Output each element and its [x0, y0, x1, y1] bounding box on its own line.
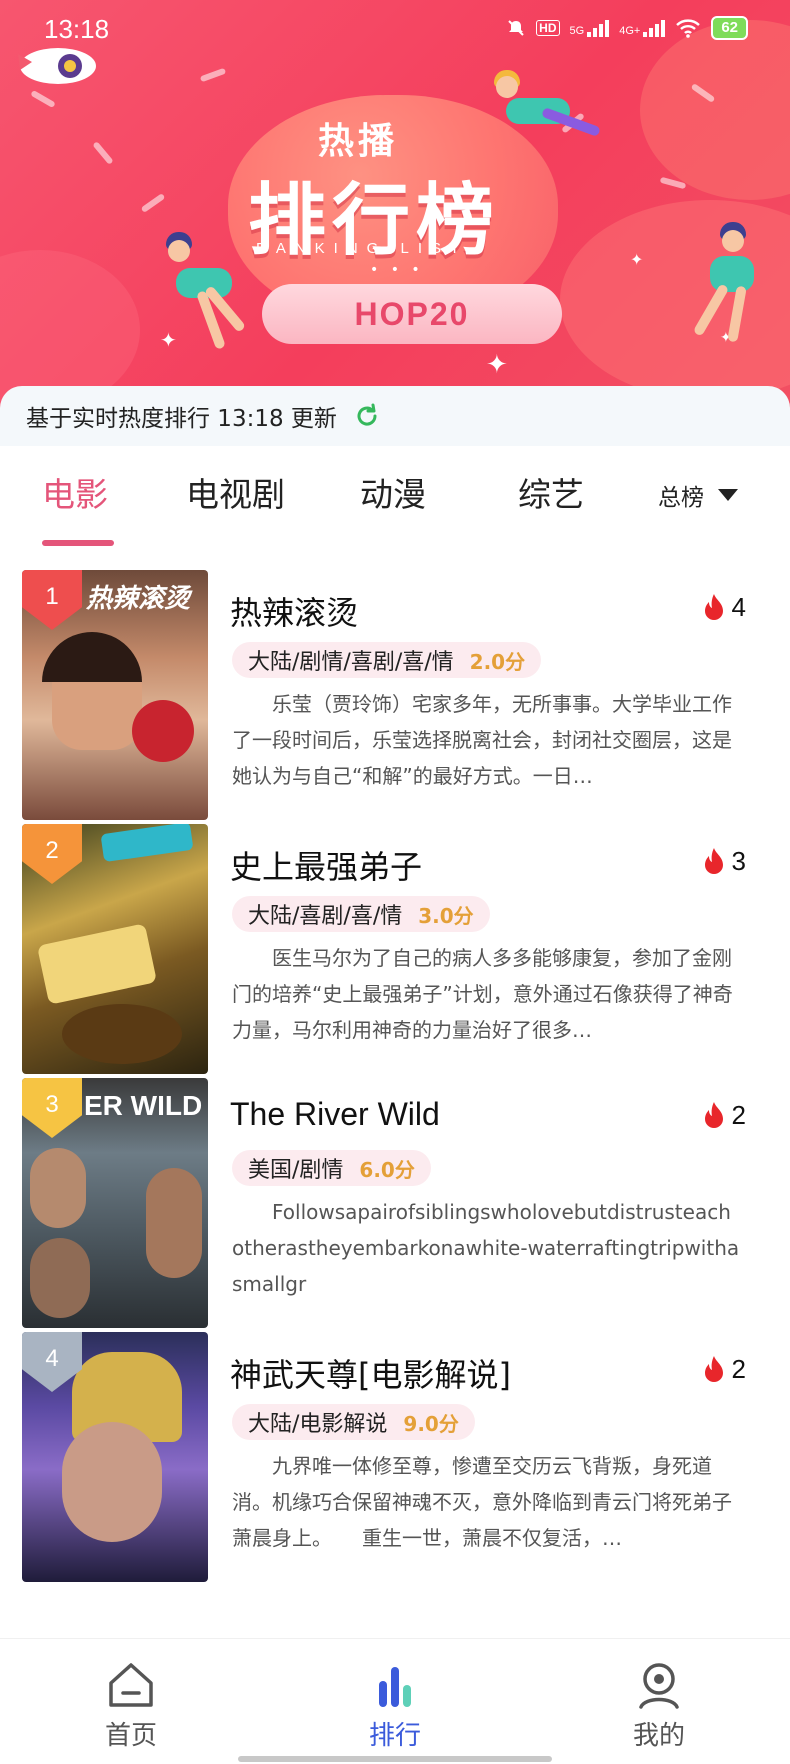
ranking-item[interactable]: 热辣滚烫 1 热辣滚烫 4 大陆/剧情/喜剧/喜/情 2.0分 乐莹（贾玲饰）宅…	[0, 546, 790, 820]
tab-variety[interactable]: 综艺	[518, 468, 584, 516]
genre-tag: 美国/剧情 6.0分	[232, 1150, 431, 1186]
tab-movie[interactable]: 电影	[42, 468, 108, 516]
poster-image[interactable]: 2	[22, 824, 208, 1074]
figure-left-illustration	[150, 232, 270, 352]
genre-tag: 大陆/喜剧/喜/情 3.0分	[232, 896, 490, 932]
nav-home[interactable]: 首页	[66, 1657, 196, 1752]
banner-en-title: RANKING LIST	[256, 240, 469, 257]
hd-icon: HD	[536, 20, 560, 36]
genre-tag: 大陆/剧情/喜剧/喜/情 2.0分	[232, 642, 542, 678]
ranking-list: 热辣滚烫 1 热辣滚烫 4 大陆/剧情/喜剧/喜/情 2.0分 乐莹（贾玲饰）宅…	[0, 546, 790, 1638]
rank-badge: 2	[22, 824, 82, 884]
heat-value: 2	[731, 1354, 746, 1384]
status-time: 13:18	[44, 14, 110, 44]
heat-score: 2	[700, 1100, 746, 1131]
synopsis-text: Followsapairofsiblingswholovebutdistrust…	[232, 1200, 740, 1296]
nav-profile-label: 我的	[632, 1721, 685, 1751]
heat-score: 4	[700, 592, 746, 623]
genre-tag: 大陆/电影解说 9.0分	[232, 1404, 475, 1440]
update-text: 基于实时热度排行 13:18 更新	[26, 406, 337, 432]
nav-profile[interactable]: 我的	[594, 1657, 724, 1752]
rank-badge: 3	[22, 1078, 82, 1138]
flame-icon	[704, 1355, 723, 1382]
genre-text: 大陆/喜剧/喜/情	[248, 904, 403, 929]
genre-text: 大陆/剧情/喜剧/喜/情	[248, 650, 454, 675]
item-title[interactable]: 神武天尊[电影解说]	[230, 1350, 511, 1396]
poster-image[interactable]: ER WILD 3	[22, 1078, 208, 1328]
heat-value: 3	[731, 846, 746, 876]
tab-tv-series[interactable]: 电视剧	[186, 468, 285, 516]
synopsis-text: 九界唯一体修至尊，惨遭至交历云飞背叛，身死道消。机缘巧合保留神魂不灭，意外降临到…	[232, 1454, 732, 1550]
synopsis-text: 医生马尔为了自己的病人多多能够康复，参加了金刚门的培养“史上最强弟子”计划，意外…	[232, 946, 733, 1042]
category-tabs: 电影 电视剧 动漫 综艺 总榜	[0, 446, 790, 546]
home-indicator[interactable]	[238, 1756, 552, 1762]
profile-icon	[639, 1663, 679, 1709]
nav-home-label: 首页	[104, 1721, 157, 1751]
ranking-icon	[379, 1667, 411, 1707]
home-icon	[109, 1663, 153, 1707]
rating-score: 2.0分	[469, 649, 526, 674]
nav-ranking[interactable]: 排行	[330, 1657, 460, 1752]
rating-score: 3.0分	[418, 903, 474, 928]
poster-image[interactable]: 热辣滚烫 1	[22, 570, 208, 820]
app-logo-icon	[18, 48, 96, 84]
signal-4g-icon: 4G+	[619, 19, 666, 37]
caret-down-icon	[718, 489, 738, 501]
ranking-banner: ✦ ✦ ✦ ✦ 热播 排行榜 RANKING LIST • • • HOP20	[0, 0, 790, 420]
item-title[interactable]: The River Wild	[230, 1096, 440, 1133]
flame-icon	[704, 1101, 723, 1128]
figure-top-illustration	[470, 70, 620, 150]
figure-right-illustration	[680, 222, 780, 343]
poster-title-text: ER WILD	[84, 1090, 203, 1121]
heat-score: 3	[700, 846, 746, 877]
item-title[interactable]: 史上最强弟子	[230, 842, 422, 888]
signal-5g-icon: 5G	[570, 19, 610, 37]
wifi-icon	[676, 19, 701, 38]
filter-label: 总榜	[658, 485, 704, 511]
mute-icon	[508, 20, 524, 36]
banner-dots: • • •	[370, 262, 424, 278]
ranking-filter-dropdown[interactable]: 总榜	[658, 478, 738, 512]
status-icons: HD 5G 4G+ 62	[506, 16, 748, 40]
poster-image[interactable]: 4	[22, 1332, 208, 1582]
genre-text: 大陆/电影解说	[248, 1412, 388, 1437]
item-title[interactable]: 热辣滚烫	[230, 588, 358, 634]
rating-score: 6.0分	[359, 1157, 415, 1182]
heat-score: 2	[700, 1354, 746, 1385]
ranking-item[interactable]: ER WILD 3 The River Wild 2 美国/剧情 6.0分 Fo…	[0, 1054, 790, 1328]
flame-icon	[704, 847, 723, 874]
banner-subtitle: 热播	[318, 121, 399, 162]
update-info-bar: 基于实时热度排行 13:18 更新	[0, 386, 790, 446]
ranking-item[interactable]: 2 史上最强弟子 3 大陆/喜剧/喜/情 3.0分 医生马尔为了自己的病人多多能…	[0, 800, 790, 1074]
rating-score: 9.0分	[403, 1411, 459, 1436]
poster-title-text: 热辣滚烫	[86, 584, 191, 614]
flame-icon	[704, 593, 723, 620]
genre-text: 美国/剧情	[248, 1158, 344, 1183]
rank-badge: 1	[22, 570, 82, 630]
heat-value: 2	[731, 1100, 746, 1130]
heat-value: 4	[731, 592, 746, 622]
bottom-navigation: 首页 排行 我的	[0, 1638, 790, 1764]
battery-indicator: 62	[711, 16, 748, 40]
synopsis-text: 乐莹（贾玲饰）宅家多年，无所事事。大学毕业工作了一段时间后，乐莹选择脱离社会，封…	[232, 692, 732, 788]
ranking-item[interactable]: 4 神武天尊[电影解说] 2 大陆/电影解说 9.0分 九界唯一体修至尊，惨遭至…	[0, 1308, 790, 1582]
status-bar: 13:18 HD 5G 4G+ 62	[0, 0, 790, 60]
refresh-icon[interactable]	[353, 402, 381, 430]
nav-ranking-label: 排行	[368, 1721, 421, 1751]
banner-ribbon: HOP20	[262, 284, 562, 344]
tab-anime[interactable]: 动漫	[360, 468, 426, 516]
